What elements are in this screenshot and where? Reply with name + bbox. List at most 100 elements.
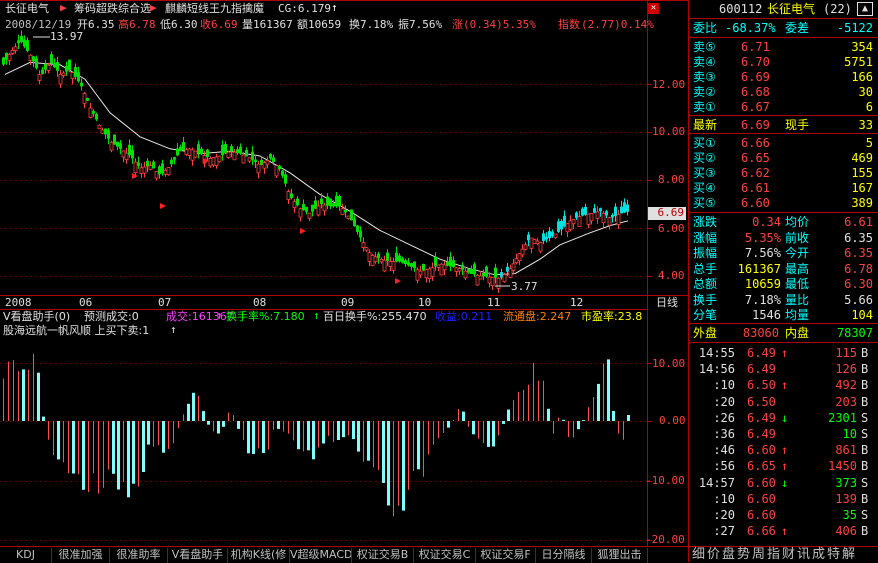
candle-body [359, 230, 362, 238]
oscillator-bar [142, 421, 145, 472]
candle-body [206, 149, 209, 157]
latest-value: 6.69 [741, 118, 770, 132]
candle-body [463, 270, 468, 279]
tick-volume: 115 [835, 346, 857, 360]
buy-level-label: 买① [693, 136, 716, 150]
candle-body [482, 273, 485, 277]
candle-body [152, 161, 155, 169]
tick-time: :26 [713, 410, 735, 425]
candle-body [32, 56, 35, 62]
buy-order-row: 买④ 6.61 167 [689, 181, 878, 195]
tick-price: 6.49 [747, 410, 776, 425]
indicator-tab[interactable]: 很准加强 [52, 548, 110, 563]
tick-price: 6.50 [747, 378, 776, 393]
oscillator-bar [262, 421, 265, 453]
indicator-tab[interactable]: 权证交易C [414, 548, 476, 563]
indicator-name: 麒麟短线王九指擒魔 [165, 2, 264, 15]
sell-level-label: 卖② [693, 85, 716, 99]
tick-arrow-icon: ↑ [781, 459, 789, 474]
indicator-tab[interactable]: 权证交易F [476, 548, 536, 563]
period-label[interactable]: 日线 [656, 297, 678, 309]
low-value: 6.30 [171, 18, 198, 31]
indicator-tab[interactable]: 日分隔线 [536, 548, 592, 563]
candle-body [557, 221, 560, 232]
candle-body [452, 260, 455, 268]
chart-area[interactable]: 长征电气 ▶ 筹码超跌综合选 ▶ 麒麟短线王九指擒魔 CG:6.179 ↑ ✕ … [0, 0, 688, 546]
indicator-tab[interactable]: 机构K线(修 [228, 548, 290, 563]
candle-body [182, 142, 185, 151]
amount-label: 额 [297, 18, 308, 31]
weibi-label: 委比 [693, 21, 718, 35]
sell-level-label: 卖④ [693, 55, 716, 69]
candle-body [305, 206, 308, 212]
candle-body [44, 63, 47, 70]
stats-row: 涨跌 0.34 均价 6.61 [689, 215, 878, 229]
candle-body [595, 211, 600, 219]
stat-label: 最高 [785, 261, 810, 276]
candle-body [322, 204, 327, 212]
candle-body [86, 98, 89, 101]
indicator-tab[interactable]: 很准助率 [110, 548, 168, 563]
sell-price: 6.71 [741, 40, 770, 54]
current-hand-value: 33 [858, 118, 873, 132]
candle-body [23, 39, 26, 47]
oscillator-bar [162, 421, 165, 453]
candle-body [197, 144, 200, 153]
candle-body [200, 148, 203, 155]
tick-side: S [861, 475, 869, 490]
stat-value: 6.78 [844, 261, 873, 276]
indicator-tab[interactable]: V看盘助手 [168, 548, 228, 563]
candle-body [161, 163, 164, 174]
quote-header: 600112 长征电气 (22) ▲ [689, 2, 878, 16]
candle-body [166, 167, 171, 176]
candle-body [187, 148, 192, 156]
sell-price: 6.68 [741, 85, 770, 99]
oscillator-bar [277, 421, 280, 429]
triangle-icon: ▶ [150, 1, 157, 14]
indicator-tab[interactable]: 权证交易B [352, 548, 414, 563]
tick-price: 6.49 [747, 346, 776, 360]
candle-body [470, 269, 473, 274]
side-tabs[interactable]: 细价盘势周指财讯成特解 [688, 546, 878, 562]
oscillator-bar [462, 411, 465, 421]
stat-label: 总手 [693, 261, 718, 276]
indicator-tab[interactable]: KDJ [0, 548, 52, 563]
candle-body [53, 62, 56, 68]
triangle-icon: ▶ [60, 1, 67, 14]
candle-body [616, 214, 621, 225]
stat-label: 均价 [785, 215, 810, 229]
indicator-tab[interactable]: V超级MACD [290, 548, 352, 563]
y-tick: 12.00 [652, 78, 686, 91]
oscillator-bar [37, 372, 40, 421]
buy-order-row: 买③ 6.62 155 [689, 166, 878, 180]
tick-arrow-icon: ↓ [781, 410, 789, 425]
candle-body [401, 258, 404, 263]
candle-body [344, 209, 347, 213]
tick-side: B [861, 346, 869, 360]
oscillator-bar [252, 421, 255, 454]
candle-body [373, 256, 378, 263]
kline-chart[interactable] [0, 0, 688, 546]
candle-body [413, 261, 416, 269]
oscillator-bar [582, 420, 585, 422]
candle-body [5, 52, 8, 60]
candle-body [589, 212, 594, 222]
candle-body [475, 274, 480, 286]
candle-body [599, 208, 602, 212]
candle-body [457, 268, 462, 272]
buy-price: 6.66 [741, 136, 770, 150]
turnover-value: 7.18% [360, 18, 394, 31]
tick-arrow-icon: ↑ [781, 524, 789, 539]
sell-level-label: 卖① [693, 100, 716, 114]
candle-body [35, 58, 38, 69]
close-icon[interactable]: ✕ [648, 3, 659, 14]
candle-body [58, 74, 63, 85]
candle-body [607, 217, 612, 226]
scroll-arrow-icon[interactable]: ▲ [857, 2, 873, 16]
candle-body [517, 253, 522, 261]
up-arrow-icon: ↑ [170, 323, 177, 336]
stock-code: 600112 [719, 2, 763, 16]
oscillator-bar [577, 421, 580, 430]
indicator-tab[interactable]: 狐狸出击 [592, 548, 648, 563]
stat-label: 量比 [785, 292, 810, 307]
